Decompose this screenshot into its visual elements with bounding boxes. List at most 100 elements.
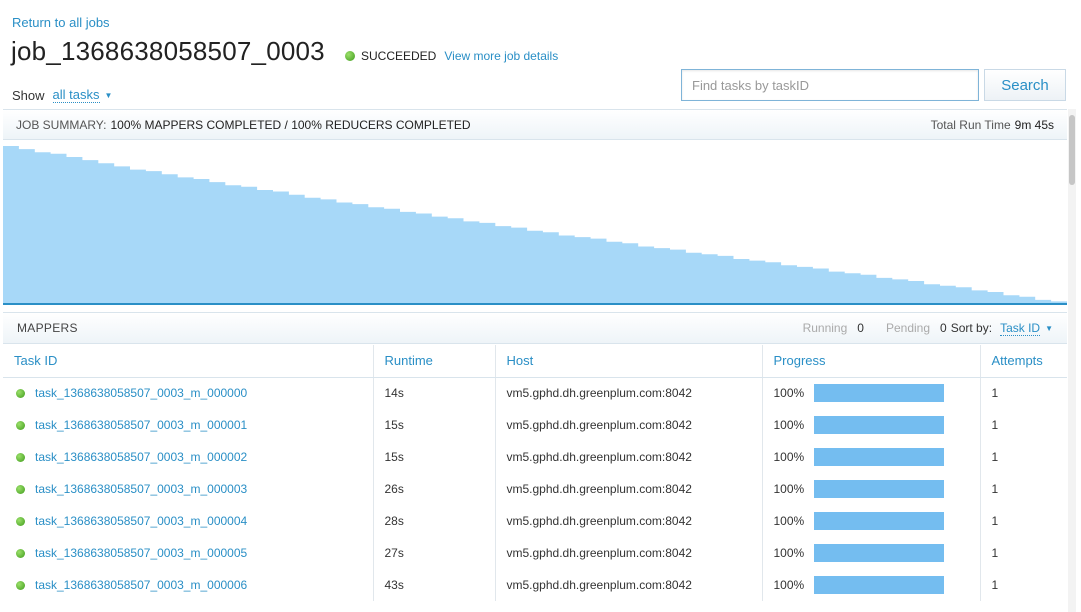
- progress-cell: 100%: [762, 505, 981, 537]
- progress-bar-fill: [813, 576, 944, 594]
- task-filter-select[interactable]: all tasks: [52, 87, 100, 103]
- runtime-cell: 27s: [373, 537, 496, 569]
- task-progress-chart: [3, 146, 1067, 305]
- progress-bar: [813, 448, 944, 466]
- task-link[interactable]: task_1368638058507_0003_m_000003: [35, 482, 247, 496]
- success-status-icon: [16, 548, 25, 558]
- task-link[interactable]: task_1368638058507_0003_m_000005: [35, 546, 247, 560]
- runtime-cell: 14s: [373, 377, 496, 409]
- search-button[interactable]: Search: [984, 69, 1066, 101]
- sort-select[interactable]: Task ID: [1000, 321, 1041, 336]
- runtime-value: 9m 45s: [1014, 117, 1054, 132]
- scrollbar-thumb[interactable]: [1069, 115, 1075, 185]
- task-link[interactable]: task_1368638058507_0003_m_000000: [35, 386, 247, 400]
- attempts-cell: 1: [991, 482, 999, 496]
- table-row: task_1368638058507_0003_m_000001 15s vm5.g…: [3, 409, 1067, 441]
- summary-label: JOB SUMMARY:: [16, 117, 107, 132]
- progress-cell: 100%: [762, 409, 981, 441]
- progress-cell: 100%: [762, 473, 981, 505]
- column-header-attempts[interactable]: Attempts: [980, 345, 1067, 378]
- progress-bar-fill: [813, 448, 944, 466]
- progress-percent: 100%: [773, 514, 805, 528]
- chevron-down-icon[interactable]: ▼: [105, 91, 113, 100]
- attempts-cell: 1: [991, 386, 999, 401]
- column-header-runtime[interactable]: Runtime: [373, 345, 496, 378]
- progress-percent: 100%: [773, 578, 805, 592]
- host-cell: vm5.gphd.dh.greenplum.com:8042: [495, 377, 763, 409]
- success-status-icon: [16, 516, 25, 526]
- task-id-cell: task_1368638058507_0003_m_000000: [3, 377, 374, 409]
- task-id-cell: task_1368638058507_0003_m_000002: [3, 441, 374, 473]
- table-header-row: Task ID Runtime Host Progress Attempts: [3, 345, 1067, 378]
- runtime-label: Total Run Time: [930, 117, 1011, 132]
- job-title: job_1368638058507_0003: [11, 36, 325, 66]
- success-status-icon: [16, 420, 25, 430]
- success-status-icon: [345, 51, 355, 61]
- success-status-icon: [16, 580, 25, 590]
- job-status: SUCCEEDED View more job details: [345, 49, 558, 63]
- progress-bar: [813, 416, 944, 434]
- task-id-cell: task_1368638058507_0003_m_000005: [3, 537, 374, 569]
- running-label: Running: [802, 321, 848, 335]
- runtime-cell: 15s: [373, 441, 496, 473]
- task-id-cell: task_1368638058507_0003_m_000003: [3, 473, 374, 505]
- progress-percent: 100%: [773, 386, 805, 401]
- chart-area: [3, 146, 1067, 303]
- column-header-task-id[interactable]: Task ID: [3, 345, 374, 378]
- table-row: task_1368638058507_0003_m_000000 14s vm5.g…: [3, 377, 1067, 409]
- task-filter: Show all tasks ▼: [12, 87, 112, 103]
- task-id-cell: task_1368638058507_0003_m_000004: [3, 505, 374, 537]
- runtime-cell: 15s: [373, 409, 496, 441]
- sort-label: Sort by:: [950, 321, 993, 335]
- progress-bar: [813, 544, 944, 562]
- runtime-cell: 43s: [373, 569, 496, 601]
- progress-percent: 100%: [773, 418, 805, 432]
- task-link[interactable]: task_1368638058507_0003_m_000004: [35, 514, 247, 528]
- table-row: task_1368638058507_0003_m_000003 26s vm5.g…: [3, 473, 1067, 505]
- progress-bar: [813, 576, 944, 594]
- progress-cell: 100%: [762, 441, 981, 473]
- progress-percent: 100%: [773, 450, 805, 464]
- success-status-icon: [16, 452, 25, 462]
- table-row: task_1368638058507_0003_m_000006 43s vm5.g…: [3, 569, 1067, 601]
- task-link[interactable]: task_1368638058507_0003_m_000002: [35, 450, 247, 464]
- host-cell: vm5.gphd.dh.greenplum.com:8042: [495, 569, 763, 601]
- mappers-title: MAPPERS: [17, 321, 78, 335]
- progress-bar-fill: [813, 480, 944, 498]
- attempts-cell: 1: [991, 450, 999, 464]
- host-cell: vm5.gphd.dh.greenplum.com:8042: [495, 441, 763, 473]
- task-search-input[interactable]: [681, 69, 979, 101]
- summary-text: 100% MAPPERS COMPLETED / 100% REDUCERS C…: [110, 117, 471, 132]
- host-cell: vm5.gphd.dh.greenplum.com:8042: [495, 537, 763, 569]
- attempts-cell: 1: [991, 546, 999, 560]
- job-details-link[interactable]: View more job details: [444, 49, 558, 63]
- column-header-progress[interactable]: Progress: [762, 345, 981, 378]
- progress-cell: 100%: [762, 569, 981, 601]
- page-scrollbar[interactable]: [1068, 109, 1076, 612]
- progress-cell: 100%: [762, 377, 981, 409]
- chevron-down-icon[interactable]: ▼: [1045, 324, 1053, 333]
- runtime-cell: 26s: [373, 473, 496, 505]
- mappers-table: Task ID Runtime Host Progress Attempts t…: [3, 345, 1067, 601]
- success-status-icon: [16, 388, 25, 398]
- runtime-cell: 28s: [373, 505, 496, 537]
- column-header-host[interactable]: Host: [495, 345, 763, 378]
- progress-cell: 100%: [762, 537, 981, 569]
- attempts-cell: 1: [991, 514, 999, 528]
- success-status-icon: [16, 484, 25, 494]
- show-label: Show: [12, 87, 45, 103]
- progress-percent: 100%: [773, 546, 805, 560]
- progress-bar: [813, 480, 944, 498]
- return-to-jobs-link[interactable]: Return to all jobs: [12, 15, 110, 30]
- progress-bar-fill: [813, 512, 944, 530]
- task-link[interactable]: task_1368638058507_0003_m_000006: [35, 578, 247, 592]
- status-text: SUCCEEDED: [361, 49, 437, 63]
- task-id-cell: task_1368638058507_0003_m_000001: [3, 409, 374, 441]
- job-summary-bar: JOB SUMMARY: 100% MAPPERS COMPLETED / 10…: [3, 109, 1067, 140]
- progress-bar-fill: [813, 384, 944, 403]
- host-cell: vm5.gphd.dh.greenplum.com:8042: [495, 505, 763, 537]
- task-id-cell: task_1368638058507_0003_m_000006: [3, 569, 374, 601]
- progress-percent: 100%: [773, 482, 805, 496]
- task-link[interactable]: task_1368638058507_0003_m_000001: [35, 418, 247, 432]
- progress-bar-fill: [813, 544, 944, 562]
